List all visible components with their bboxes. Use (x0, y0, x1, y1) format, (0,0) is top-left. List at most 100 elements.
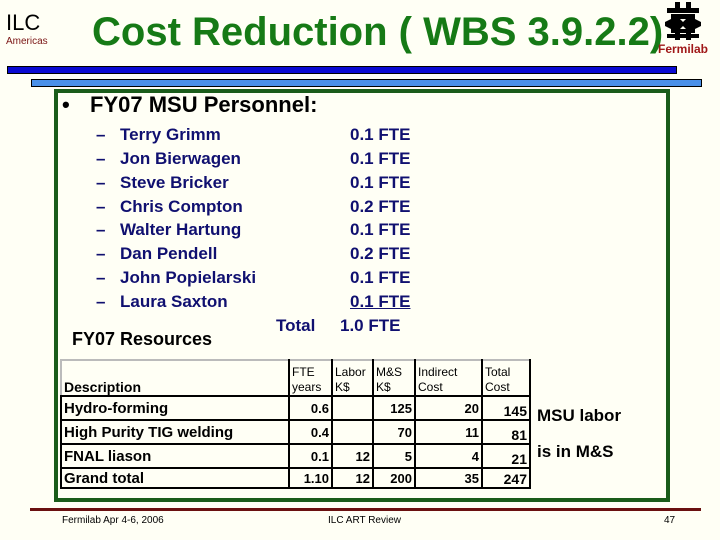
resources-heading: FY07 Resources (72, 329, 213, 349)
col-header-ms: M&S K$ (372, 359, 416, 397)
dash-icon: – (96, 268, 106, 287)
person-name: Jon Bierwagen (120, 149, 241, 168)
slide-title: Cost Reduction ( WBS 3.9.2.2) (92, 10, 664, 54)
col-header-labor-line1: Labor (335, 365, 366, 379)
col-header-indirect: Indirect Cost (414, 359, 483, 397)
fermilab-logo: Fermilab (652, 2, 714, 56)
cell-indirect: 35 (414, 467, 483, 489)
cell-labor: 12 (331, 443, 374, 469)
footer-rule (30, 508, 701, 511)
personnel-item: – Jon Bierwagen (96, 149, 241, 169)
col-header-fte: FTE years (288, 359, 333, 397)
cell-description: Grand total (60, 467, 290, 489)
col-header-ms-line1: M&S (376, 365, 403, 379)
col-header-ms-line2: K$ (376, 380, 391, 394)
cell-total: 145 (481, 395, 531, 421)
note-line-1: MSU labor (537, 406, 622, 425)
personnel-item: – Walter Hartung (96, 220, 241, 240)
cell-ms: 200 (372, 467, 416, 489)
cell-indirect: 20 (414, 395, 483, 421)
personnel-item: – Terry Grimm (96, 125, 221, 145)
person-name: Steve Bricker (120, 173, 229, 192)
personnel-item: – Laura Saxton (96, 292, 228, 312)
person-name: Chris Compton (120, 197, 243, 216)
dash-icon: – (96, 244, 106, 263)
cell-total: 247 (481, 467, 531, 489)
cell-fte: 0.4 (288, 419, 333, 445)
americas-logo-text: Americas (6, 36, 48, 47)
cell-ms: 125 (372, 395, 416, 421)
personnel-heading: • FY07 MSU Personnel: (62, 92, 317, 118)
ilc-americas-logo: ILC Americas (6, 12, 48, 48)
dash-icon: – (96, 125, 106, 144)
table-row-grand-total: Grand total 1.10 12 200 35 247 (60, 467, 531, 489)
col-header-indirect-line1: Indirect (418, 365, 458, 379)
cell-indirect: 4 (414, 443, 483, 469)
dash-icon: – (96, 173, 106, 192)
person-name: Terry Grimm (120, 125, 221, 144)
cell-total: 81 (481, 419, 531, 445)
total-fte-label: Total (276, 316, 316, 335)
col-header-fte-line1: FTE (292, 365, 315, 379)
person-name: John Popielarski (120, 268, 257, 287)
fermilab-logo-text: Fermilab (657, 42, 708, 56)
col-header-labor: Labor K$ (331, 359, 374, 397)
table-row: High Purity TIG welding 0.4 70 11 81 (60, 419, 531, 445)
personnel-heading-text: FY07 MSU Personnel: (90, 92, 318, 117)
bullet-icon: • (62, 92, 70, 117)
col-header-total-line1: Total (485, 365, 511, 379)
footer-event: Fermilab Apr 4-6, 2006 (62, 515, 164, 526)
cell-labor (331, 395, 374, 421)
person-name: Dan Pendell (120, 244, 218, 263)
msu-labor-note: MSU labor is in M&S (537, 398, 621, 470)
personnel-item: – Chris Compton (96, 197, 243, 217)
note-line-2: is in M&S (537, 442, 614, 461)
cell-ms: 70 (372, 419, 416, 445)
cell-labor (331, 419, 374, 445)
dash-icon: – (96, 292, 106, 311)
dash-icon: – (96, 220, 106, 239)
cell-indirect: 11 (414, 419, 483, 445)
dash-icon: – (96, 197, 106, 216)
person-fte: 0.2 FTE (350, 244, 411, 263)
cell-description: Hydro-forming (60, 395, 290, 421)
dash-icon: – (96, 149, 106, 168)
cell-total: 21 (481, 443, 531, 469)
cell-fte: 0.1 (288, 443, 333, 469)
table-row: Hydro-forming 0.6 125 20 145 (60, 395, 531, 421)
table-row: FNAL liason 0.1 12 5 4 21 (60, 443, 531, 469)
cell-labor: 12 (331, 467, 374, 489)
ilc-logo-text: ILC (6, 10, 41, 35)
cell-ms: 5 (372, 443, 416, 469)
col-header-fte-line2: years (292, 380, 322, 394)
cell-description: High Purity TIG welding (60, 419, 290, 445)
col-header-total: Total Cost (481, 359, 531, 397)
resources-table: Description FTE years Labor K$ M&S K$ Indir… (60, 359, 531, 489)
table-header-row: Description FTE years Labor K$ M&S K$ Indir… (60, 359, 531, 397)
total-fte-value: 1.0 FTE (340, 316, 401, 335)
cell-fte: 0.6 (288, 395, 333, 421)
footer-title: ILC ART Review (328, 515, 401, 526)
personnel-item: – John Popielarski (96, 268, 256, 288)
personnel-item: – Dan Pendell (96, 244, 217, 264)
cell-description: FNAL liason (60, 443, 290, 469)
col-header-labor-line2: K$ (335, 380, 350, 394)
person-fte: 0.2 FTE (350, 197, 411, 216)
col-header-total-line2: Cost (485, 380, 510, 394)
person-fte: 0.1 FTE (350, 149, 411, 168)
col-header-description: Description (60, 359, 290, 397)
person-fte: 0.1 FTE (350, 125, 411, 144)
person-fte: 0.1 FTE (350, 292, 411, 311)
person-name: Walter Hartung (120, 220, 242, 239)
person-fte: 0.1 FTE (350, 220, 411, 239)
cell-fte: 1.10 (288, 467, 333, 489)
fermilab-logo-icon (665, 2, 701, 40)
person-fte: 0.1 FTE (350, 173, 411, 192)
header-rule-dark-blue (7, 66, 677, 74)
person-name: Laura Saxton (120, 292, 228, 311)
page-number: 47 (664, 515, 676, 526)
header-rule-light-blue (31, 79, 702, 87)
person-fte: 0.1 FTE (350, 268, 411, 287)
personnel-item: – Steve Bricker (96, 173, 229, 193)
col-header-indirect-line2: Cost (418, 380, 443, 394)
